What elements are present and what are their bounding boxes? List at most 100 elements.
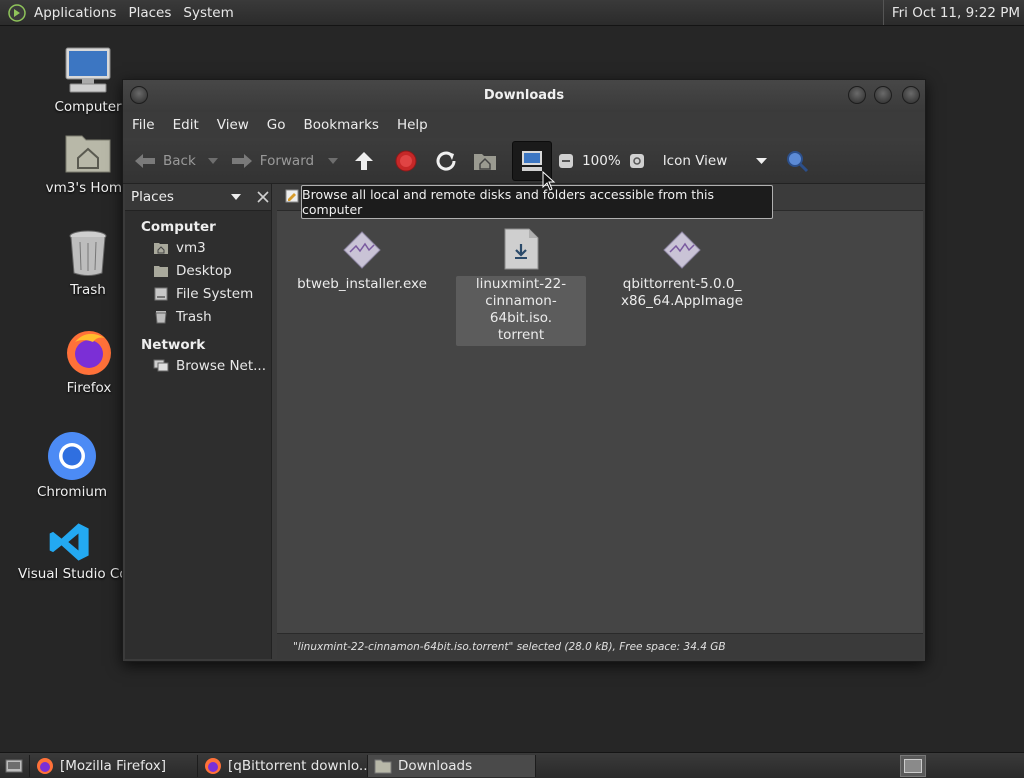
reload-button[interactable] [434, 145, 464, 177]
file-name-line: x86_64.AppImage [620, 293, 744, 309]
forward-history-chevron-icon[interactable] [328, 157, 339, 165]
back-history-chevron-icon[interactable] [207, 157, 218, 165]
zoom-out-button[interactable] [558, 145, 580, 177]
trash-icon [155, 311, 167, 324]
trash-icon [69, 230, 107, 276]
file-name: btweb_installer.exe [297, 276, 427, 292]
up-arrow-icon [355, 151, 374, 170]
system-menu[interactable]: System [177, 5, 239, 21]
chromium-icon [48, 432, 96, 480]
view-mode-label: Icon View [662, 152, 728, 169]
view-mode-select[interactable]: Icon View [663, 153, 767, 169]
places-menu[interactable]: Places [122, 5, 177, 21]
drive-icon [154, 287, 168, 301]
task-label: [qBittorrent downlo... [228, 757, 368, 774]
task-label: Downloads [398, 757, 473, 774]
sidebar-item-label: File System [176, 286, 254, 302]
workspace-1[interactable] [904, 759, 922, 773]
back-button[interactable]: Back [133, 145, 196, 177]
mouse-cursor-icon [542, 171, 556, 191]
mint-menu-icon[interactable] [8, 3, 26, 22]
file-name-line: torrent [497, 327, 545, 343]
window-title: Downloads [483, 88, 565, 103]
folder-icon [374, 759, 392, 773]
chevron-down-icon [231, 193, 241, 200]
zoom-in-icon [629, 153, 644, 168]
sidebar-item-desktop[interactable]: Desktop [125, 260, 271, 283]
menubar: File Edit View Go Bookmarks Help [123, 112, 925, 138]
firefox-icon [37, 757, 53, 774]
close-sidepane-icon[interactable] [257, 191, 269, 203]
task-label: [Mozilla Firefox] [60, 757, 167, 774]
chevron-down-icon [755, 157, 767, 164]
menu-bookmarks[interactable]: Bookmarks [295, 117, 388, 133]
sidepane-section-title: Network [141, 337, 206, 353]
home-button[interactable] [472, 145, 504, 177]
desktop-icon-vscode[interactable]: Visual Studio Code [18, 520, 122, 582]
sidebar-item-trash[interactable]: Trash [125, 306, 271, 329]
file-manager-window: Downloads File Edit View Go Bookmarks He… [122, 79, 926, 662]
task-firefox[interactable]: [Mozilla Firefox] [30, 754, 198, 777]
folder-icon [154, 266, 168, 277]
home-folder-icon [65, 135, 111, 173]
sidepane-header: Places [125, 184, 271, 211]
desktop-icon-chromium[interactable]: Chromium [17, 430, 127, 500]
reload-icon [436, 151, 456, 170]
computer-button-tooltip: Browse all local and remote disks and fo… [301, 185, 773, 219]
menu-go[interactable]: Go [258, 117, 295, 133]
file-view[interactable]: btweb_installer.exe linuxmint-22- cinnam… [277, 184, 923, 659]
desktop-icon-label: Chromium [36, 484, 108, 500]
sidepane-selector[interactable]: Places [131, 187, 247, 207]
bottom-panel: [Mozilla Firefox] [qBittorrent downlo...… [0, 752, 1024, 778]
task-downloads[interactable]: Downloads [368, 754, 536, 777]
back-label: Back [163, 152, 196, 169]
file-name-block: linuxmint-22- cinnamon-64bit.iso. torren… [456, 276, 586, 346]
back-arrow-icon [135, 153, 155, 168]
sidebar-item-vm3[interactable]: vm3 [125, 237, 271, 260]
top-panel: Applications Places System Fri Oct 11, 9… [0, 0, 1024, 26]
window-titlebar[interactable]: Downloads [123, 80, 925, 112]
file-item[interactable]: qbittorrent-5.0.0_ x86_64.AppImage [617, 230, 747, 310]
file-item-selected[interactable]: linuxmint-22- cinnamon-64bit.iso. torren… [456, 228, 586, 346]
show-desktop-button[interactable] [0, 754, 30, 777]
computer-icon [522, 150, 543, 171]
zoom-level[interactable]: 100% [582, 153, 621, 169]
status-bar: "linuxmint-22-cinnamon-64bit.iso.torrent… [277, 633, 923, 659]
task-qbittorrent[interactable]: [qBittorrent downlo... [198, 754, 368, 777]
menu-view[interactable]: View [208, 117, 258, 133]
toolbar: Back Forward 100% Icon View [123, 138, 925, 184]
minimize-button[interactable] [848, 86, 866, 104]
file-name-line: qbittorrent-5.0.0_ [622, 276, 742, 292]
network-icon [153, 359, 169, 372]
home-folder-icon [474, 153, 497, 170]
sidebar-item-label: Browse Net... [176, 358, 267, 374]
clock[interactable]: Fri Oct 11, 9:22 PM [882, 0, 1020, 25]
file-item[interactable]: btweb_installer.exe [297, 230, 427, 293]
file-name-line: linuxmint-22- [475, 276, 567, 292]
stop-icon [395, 150, 417, 171]
vscode-icon [49, 523, 89, 561]
stop-button[interactable] [394, 145, 424, 177]
forward-button[interactable]: Forward [230, 145, 314, 177]
sidebar-item-browse-network[interactable]: Browse Net... [125, 355, 271, 378]
torrent-file-icon [504, 228, 539, 270]
maximize-button[interactable] [874, 86, 892, 104]
zoom-in-button[interactable] [629, 145, 651, 177]
sidebar-item-label: Trash [176, 309, 212, 325]
applications-menu[interactable]: Applications [28, 5, 122, 21]
menu-file[interactable]: File [123, 117, 164, 133]
home-folder-icon [154, 243, 168, 254]
edit-location-icon[interactable] [285, 189, 299, 203]
firefox-icon [205, 757, 221, 774]
sidebar-item-label: Desktop [176, 263, 232, 279]
search-button[interactable] [785, 145, 815, 177]
workspace-switcher[interactable] [900, 755, 926, 777]
close-button[interactable] [902, 86, 920, 104]
places-sidepane: Places Computer vm3 Desktop File System … [125, 184, 272, 659]
zoom-out-icon [559, 153, 574, 168]
up-button[interactable] [352, 145, 382, 177]
sidepane-section-title: Computer [141, 219, 216, 235]
sidebar-item-file-system[interactable]: File System [125, 283, 271, 306]
menu-help[interactable]: Help [388, 117, 437, 133]
menu-edit[interactable]: Edit [164, 117, 208, 133]
